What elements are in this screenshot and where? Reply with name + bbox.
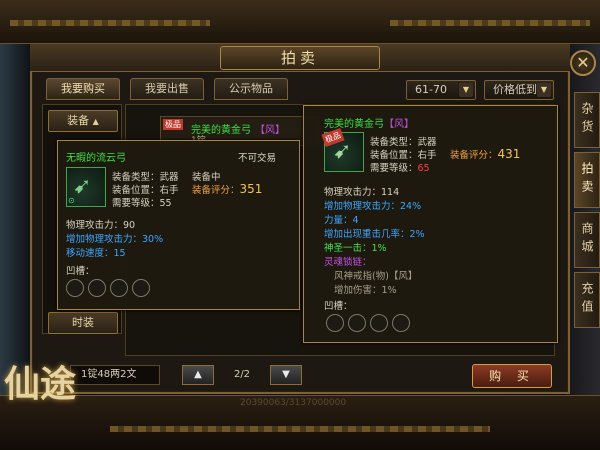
tooltip-type: 装备类型：武器	[112, 172, 179, 183]
side-tab-general-goods[interactable]: 杂货	[574, 92, 600, 148]
sort-select[interactable]: 价格低到高 ▼	[484, 80, 554, 100]
close-button[interactable]: ✕	[570, 50, 596, 76]
score-label: 装备评分：	[450, 150, 498, 161]
bow-icon: 极品 ➹	[321, 127, 364, 172]
page-indicator: 2/2	[233, 369, 251, 380]
tab-sell[interactable]: 我要出售	[130, 78, 204, 100]
page-next-button[interactable]: ▼	[270, 365, 302, 385]
score-value: 431	[497, 147, 521, 161]
tooltip-stat: 物理攻击力：114	[324, 187, 400, 198]
category-fashion-button[interactable]: 时装	[48, 312, 118, 334]
tooltip-level: 需要等级：55	[112, 195, 172, 209]
tooltip-slot: 装备位置：右手	[112, 185, 179, 196]
list-item-tag: 【风】	[255, 125, 285, 136]
category-equipment-button[interactable]: 装备 ▲	[48, 110, 118, 132]
ornament-bottom	[110, 426, 490, 432]
socket-slot	[66, 279, 84, 297]
tooltip-selected-item: 完美的黄金弓【风】 极品 ➹ 装备类型：武器 装备位置：右手 需要等级：65 装…	[303, 105, 558, 343]
tooltip-stat: 增加物理攻击力：30%	[66, 234, 164, 245]
socket-slot	[370, 314, 388, 332]
side-tab-mall[interactable]: 商城	[574, 212, 600, 268]
ornament-right	[390, 20, 590, 26]
socket-slot	[326, 314, 344, 332]
level-label: 需要等级：	[370, 163, 418, 174]
tooltip-type: 装备类型：武器	[370, 137, 437, 148]
level-range-value: 61-70	[415, 83, 447, 96]
score-value: 351	[239, 182, 263, 196]
chevron-down-icon: ▼	[537, 83, 551, 97]
tooltip-score: 装备评分：431	[450, 147, 520, 161]
tooltip-state: 装备中	[192, 172, 221, 183]
game-logo: 仙途	[4, 363, 77, 405]
tooltip-stat: 移动速度：15	[66, 248, 126, 259]
tooltip-stat: 神圣一击：1%	[324, 243, 387, 254]
quality-badge: 极品	[163, 119, 183, 130]
tooltip-equipped-item: 无暇的流云弓 不可交易 ➹ ⊙ 装备类型：武器 装备位置：右手 需要等级：55 …	[57, 140, 300, 310]
page-prev-button[interactable]: ▲	[182, 365, 214, 385]
tooltip-item-tag: 【风】	[384, 119, 414, 130]
socket-slot	[88, 279, 106, 297]
lock-icon: ⊙	[68, 196, 75, 205]
buy-button[interactable]: 购 买	[472, 364, 552, 388]
socket-slot	[132, 279, 150, 297]
tooltip-item-name: 无暇的流云弓	[66, 153, 126, 164]
window-title: 拍卖	[220, 46, 380, 70]
progress-number: 20390063/3137000000	[240, 398, 347, 408]
tooltip-chain-item: 风神戒指(物)【风】	[334, 271, 418, 282]
chevron-down-icon: ▼	[459, 83, 473, 97]
top-ornament-band	[0, 0, 600, 44]
category-equipment-label: 装备	[67, 114, 90, 127]
socket-slot	[348, 314, 366, 332]
arrow-up-icon: ▲	[194, 369, 202, 380]
socket-slot	[110, 279, 128, 297]
tooltip-sockets-label: 凹槽：	[324, 301, 353, 312]
tooltip-score: 装备评分：351	[192, 182, 262, 196]
background-scenery-left	[0, 40, 30, 400]
tooltip-slot: 装备位置：右手	[370, 150, 437, 161]
side-tab-auction[interactable]: 拍卖	[574, 152, 600, 208]
tooltip-stat: 增加出现重击几率：2%	[324, 229, 425, 240]
arrow-down-icon: ▼	[282, 369, 290, 380]
side-tab-recharge[interactable]: 充值	[574, 272, 600, 328]
tooltip-chain-bonus: 增加伤害：1%	[334, 285, 397, 296]
socket-slot	[392, 314, 410, 332]
level-value: 65	[417, 163, 430, 174]
tooltip-stat: 物理攻击力：90	[66, 220, 136, 231]
tooltip-soul-chain: 灵魂锁链：	[324, 257, 372, 268]
level-range-select[interactable]: 61-70 ▼	[406, 80, 476, 100]
score-label: 装备评分：	[192, 185, 240, 196]
tooltip-stat: 增加物理攻击力：24%	[324, 201, 422, 212]
chevron-up-icon: ▲	[92, 117, 99, 126]
tooltip-sockets-label: 凹槽：	[66, 266, 95, 277]
tab-public[interactable]: 公示物品	[214, 78, 288, 100]
tooltip-trade-status: 不可交易	[238, 153, 277, 164]
level-label: 需要等级：	[112, 198, 160, 209]
bow-icon: ➹ ⊙	[66, 167, 106, 207]
tooltip-item-name: 完美的黄金弓	[324, 119, 384, 130]
tab-buy[interactable]: 我要购买	[46, 78, 120, 100]
tooltip-level: 需要等级：65	[370, 160, 430, 174]
level-value: 55	[159, 198, 172, 209]
tooltip-stat: 力量：4	[324, 215, 359, 226]
ornament-left	[10, 20, 210, 26]
